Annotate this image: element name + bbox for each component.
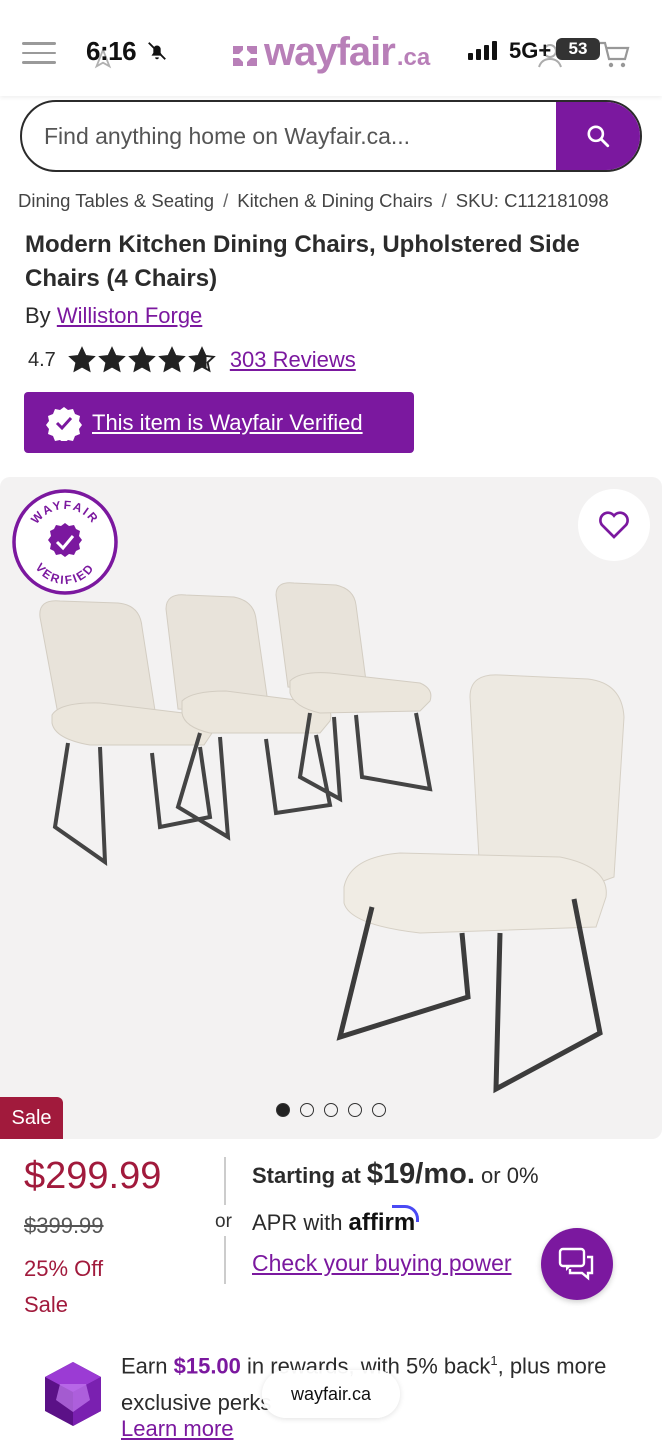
product-image-gallery[interactable]: WAYFAIR VERIFIED <box>0 477 662 1139</box>
star-icon <box>188 346 216 373</box>
signal-icon <box>468 40 497 60</box>
wayfair-logo[interactable]: wayfair .ca <box>230 30 430 75</box>
divider <box>224 1236 226 1284</box>
rewards-footnote: 1 <box>490 1353 498 1368</box>
reviews-link[interactable]: 303 Reviews <box>230 347 356 373</box>
sale-price: $299.99 <box>24 1155 162 1197</box>
rating-value: 4.7 <box>28 348 56 371</box>
rewards-prefix: Earn <box>121 1353 168 1379</box>
brand-link[interactable]: Williston Forge <box>57 303 202 328</box>
product-byline: By Williston Forge <box>25 303 202 329</box>
financing-line-2: APR with affirm <box>252 1205 419 1237</box>
product-title: Modern Kitchen Dining Chairs, Upholstere… <box>25 231 580 292</box>
affirm-logo: affirm <box>348 1205 419 1236</box>
financing-line-1: Starting at $19/mo. or 0% <box>252 1158 539 1191</box>
rewards-amount: $15.00 <box>173 1353 241 1379</box>
star-icon <box>98 346 126 373</box>
verified-label: This item is Wayfair Verified <box>92 409 363 435</box>
financing-suffix: or 0% <box>481 1163 539 1188</box>
search-button[interactable] <box>556 102 640 170</box>
logo-text: wayfair <box>264 30 396 74</box>
gallery-dot[interactable] <box>300 1103 314 1117</box>
gallery-dot[interactable] <box>372 1103 386 1117</box>
wayfair-verified-seal-icon: WAYFAIR VERIFIED <box>12 489 118 595</box>
chat-icon <box>558 1247 594 1281</box>
star-icon <box>68 346 96 373</box>
favorite-button[interactable] <box>578 489 650 561</box>
breadcrumb-separator: / <box>441 190 447 211</box>
search-bar <box>20 100 642 172</box>
original-price: $399.99 <box>24 1213 104 1238</box>
breadcrumb-dining-tables[interactable]: Dining Tables & Seating <box>18 190 214 211</box>
gallery-dot[interactable] <box>348 1103 362 1117</box>
cart-icon[interactable] <box>598 40 630 70</box>
product-rating: 4.7 303 Reviews <box>28 346 356 374</box>
divider <box>224 1157 226 1205</box>
breadcrumb: Dining Tables & Seating / Kitchen & Dining… <box>18 190 609 212</box>
sale-badge: Sale <box>0 1097 63 1139</box>
chair-large <box>336 674 625 1094</box>
verified-badge-icon <box>46 406 82 441</box>
top-header: 6:16 wayfair .ca 5G+ 53 <box>0 0 662 96</box>
sale-label: Sale <box>24 1292 69 1317</box>
breadcrumb-separator: / <box>223 190 229 211</box>
gallery-dot[interactable] <box>276 1103 290 1117</box>
or-label: or <box>215 1211 232 1232</box>
gallery-pagination <box>0 1103 662 1117</box>
breadcrumb-kitchen-chairs[interactable]: Kitchen & Dining Chairs <box>237 190 432 211</box>
bell-muted-icon <box>148 42 166 60</box>
by-label: By <box>25 303 51 328</box>
chat-button[interactable] <box>541 1228 613 1300</box>
breadcrumb-sku: SKU: C112181098 <box>455 190 609 211</box>
browser-url-pill[interactable]: wayfair.ca <box>262 1370 400 1418</box>
gallery-dot[interactable] <box>324 1103 338 1117</box>
star-icon <box>158 346 186 373</box>
search-icon <box>587 125 610 148</box>
status-time: 6:16 <box>86 36 137 66</box>
rating-stars <box>68 346 216 374</box>
search-input[interactable] <box>22 102 556 170</box>
financing-apr: APR with <box>252 1210 343 1235</box>
chair-small-3 <box>275 582 433 803</box>
learn-more-link[interactable]: Learn more <box>121 1416 234 1440</box>
check-buying-power-link[interactable]: Check your buying power <box>252 1250 512 1277</box>
discount-percent: 25% Off <box>24 1256 104 1281</box>
financing-amount: $19/mo. <box>366 1158 475 1190</box>
wayfair-verified-button[interactable]: This item is Wayfair Verified <box>24 392 414 453</box>
wayfair-logo-mark-icon <box>233 46 257 66</box>
battery-level: 53 <box>556 38 600 60</box>
hamburger-menu-icon[interactable] <box>22 42 56 68</box>
heart-icon <box>599 511 629 539</box>
financing-prefix: Starting at <box>252 1163 361 1188</box>
rewards-gem-icon <box>45 1362 101 1426</box>
star-icon <box>128 346 156 373</box>
logo-tld: .ca <box>396 44 431 71</box>
